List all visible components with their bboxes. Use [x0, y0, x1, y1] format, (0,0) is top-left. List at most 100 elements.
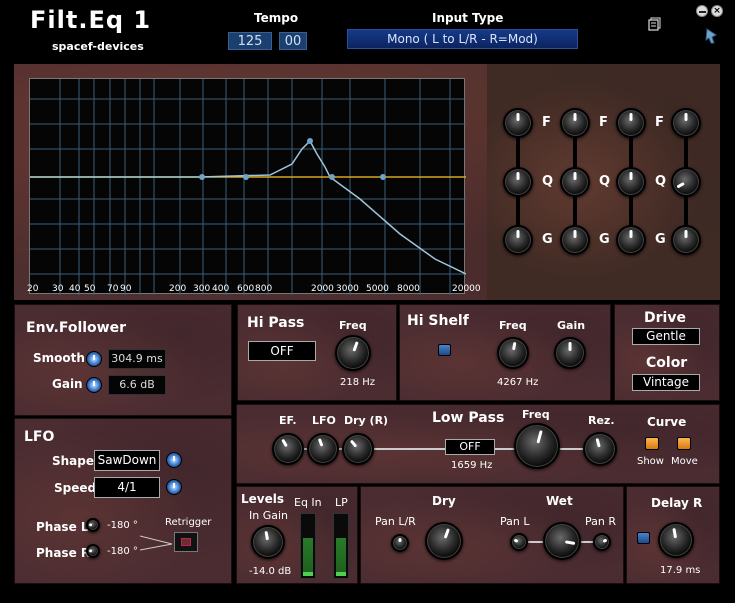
phase-r-label: Phase R	[36, 546, 91, 560]
lp-meter	[333, 513, 349, 579]
eq-in-meter	[300, 513, 316, 579]
dry-pan-label: Pan L/R	[375, 515, 416, 528]
in-gain-knob[interactable]	[251, 525, 285, 559]
curve-show-label: Show	[637, 456, 664, 467]
dry-r-knob[interactable]	[342, 433, 374, 465]
delay-toggle[interactable]	[637, 532, 650, 544]
speed-label: Speed	[54, 481, 97, 495]
wet-pan-r-knob[interactable]	[593, 533, 611, 551]
hi-shelf-title: Hi Shelf	[407, 313, 469, 329]
retrigger-label: Retrigger	[165, 517, 212, 528]
phase-l-knob[interactable]	[86, 518, 100, 532]
wet-title: Wet	[546, 494, 573, 508]
band-3-q-knob[interactable]	[616, 167, 646, 197]
band-2-freq-knob[interactable]	[560, 108, 590, 138]
ef-knob[interactable]	[272, 433, 304, 465]
lp-label: LP	[335, 496, 348, 509]
eq-curve-display[interactable]	[29, 78, 466, 295]
drive-title: Drive	[644, 310, 686, 326]
dry-title: Dry	[432, 494, 456, 508]
input-type-label: Input Type	[432, 11, 504, 25]
band-g-label: G	[599, 232, 610, 247]
hi-pass-freq-knob[interactable]	[335, 335, 371, 371]
band-f-label: F	[599, 115, 608, 130]
in-gain-label: In Gain	[249, 509, 289, 522]
phase-r-knob[interactable]	[86, 544, 100, 558]
pin-icon[interactable]	[704, 27, 720, 45]
smooth-value[interactable]: 304.9 ms	[108, 349, 166, 369]
freq-label: 400	[212, 284, 230, 294]
hi-pass-state[interactable]: OFF	[248, 341, 316, 361]
band-4-q-knob[interactable]	[671, 167, 701, 197]
minimize-icon[interactable]	[696, 5, 708, 17]
levels-title: Levels	[241, 492, 285, 506]
band-1-q-knob[interactable]	[503, 167, 533, 197]
shape-knob[interactable]	[166, 452, 182, 468]
band-3-gain-knob[interactable]	[616, 225, 646, 255]
color-select[interactable]: Vintage	[632, 374, 700, 391]
band-q-label: Q	[542, 174, 554, 189]
color-title: Color	[646, 355, 688, 371]
hi-shelf-freq-knob[interactable]	[497, 337, 529, 369]
hi-shelf-freq-value: 4267 Hz	[497, 377, 539, 388]
band-4-freq-knob[interactable]	[671, 108, 701, 138]
speed-knob[interactable]	[166, 479, 182, 495]
band-f-label: F	[655, 115, 664, 130]
in-gain-value: -14.0 dB	[249, 566, 292, 577]
hi-pass-freq-value: 218 Hz	[340, 377, 376, 388]
hi-shelf-gain-knob[interactable]	[554, 337, 586, 369]
tempo-fraction-field[interactable]: 00	[279, 32, 307, 50]
retrigger-button[interactable]	[174, 532, 198, 552]
drive-select[interactable]: Gentle	[632, 328, 700, 345]
freq-label: 90	[120, 284, 132, 294]
low-pass-state[interactable]: OFF	[445, 439, 495, 455]
env-follower-title: Env.Follower	[26, 320, 126, 336]
curve-move-toggle[interactable]	[677, 437, 691, 450]
band-g-label: G	[542, 232, 553, 247]
smooth-knob[interactable]	[86, 351, 102, 367]
band-2-gain-knob[interactable]	[560, 225, 590, 255]
lfo-amount-knob[interactable]	[307, 433, 339, 465]
curve-label: Curve	[647, 415, 687, 429]
shape-label: Shape	[52, 454, 95, 468]
speed-select[interactable]: 4/1	[94, 477, 160, 498]
freq-label: 8000	[397, 284, 420, 294]
dry-level-knob[interactable]	[425, 522, 463, 560]
freq-label: 200	[169, 284, 187, 294]
low-pass-freq-value: 1659 Hz	[451, 460, 493, 471]
smooth-label: Smooth	[33, 351, 85, 365]
delay-value: 17.9 ms	[660, 565, 701, 576]
curve-move-label: Move	[671, 456, 698, 467]
low-pass-freq-knob[interactable]	[514, 423, 560, 469]
band-g-label: G	[655, 232, 666, 247]
hi-pass-title: Hi Pass	[247, 315, 305, 331]
close-icon[interactable]: ×	[711, 5, 723, 17]
phase-r-value: -180 °	[107, 546, 138, 557]
hi-shelf-toggle[interactable]	[438, 344, 451, 356]
tempo-bpm-field[interactable]: 125	[228, 32, 272, 50]
env-gain-value[interactable]: 6.6 dB	[108, 375, 166, 395]
band-3-freq-knob[interactable]	[616, 108, 646, 138]
freq-label: 300	[193, 284, 211, 294]
input-type-select[interactable]: Mono ( L to L/R - R=Mod)	[347, 29, 578, 49]
delay-knob[interactable]	[658, 522, 694, 558]
freq-label: 3000	[336, 284, 359, 294]
rez-knob[interactable]	[583, 432, 617, 466]
wet-pan-l-label: Pan L	[500, 515, 530, 528]
lfo-amount-label: LFO	[312, 414, 336, 427]
band-1-freq-knob[interactable]	[503, 108, 533, 138]
phase-l-value: -180 °	[107, 520, 138, 531]
shape-select[interactable]: SawDown	[94, 450, 160, 471]
band-4-gain-knob[interactable]	[671, 225, 701, 255]
wet-pan-l-knob[interactable]	[510, 533, 528, 551]
gain-label: Gain	[52, 377, 83, 391]
dry-pan-knob[interactable]	[391, 534, 409, 552]
env-gain-knob[interactable]	[86, 377, 102, 393]
freq-label: 600	[237, 284, 255, 294]
freq-label: 40	[69, 284, 81, 294]
band-2-q-knob[interactable]	[560, 167, 590, 197]
curve-show-toggle[interactable]	[645, 437, 659, 450]
wet-level-knob[interactable]	[543, 522, 581, 560]
band-1-gain-knob[interactable]	[503, 225, 533, 255]
copy-icon[interactable]	[648, 16, 662, 31]
